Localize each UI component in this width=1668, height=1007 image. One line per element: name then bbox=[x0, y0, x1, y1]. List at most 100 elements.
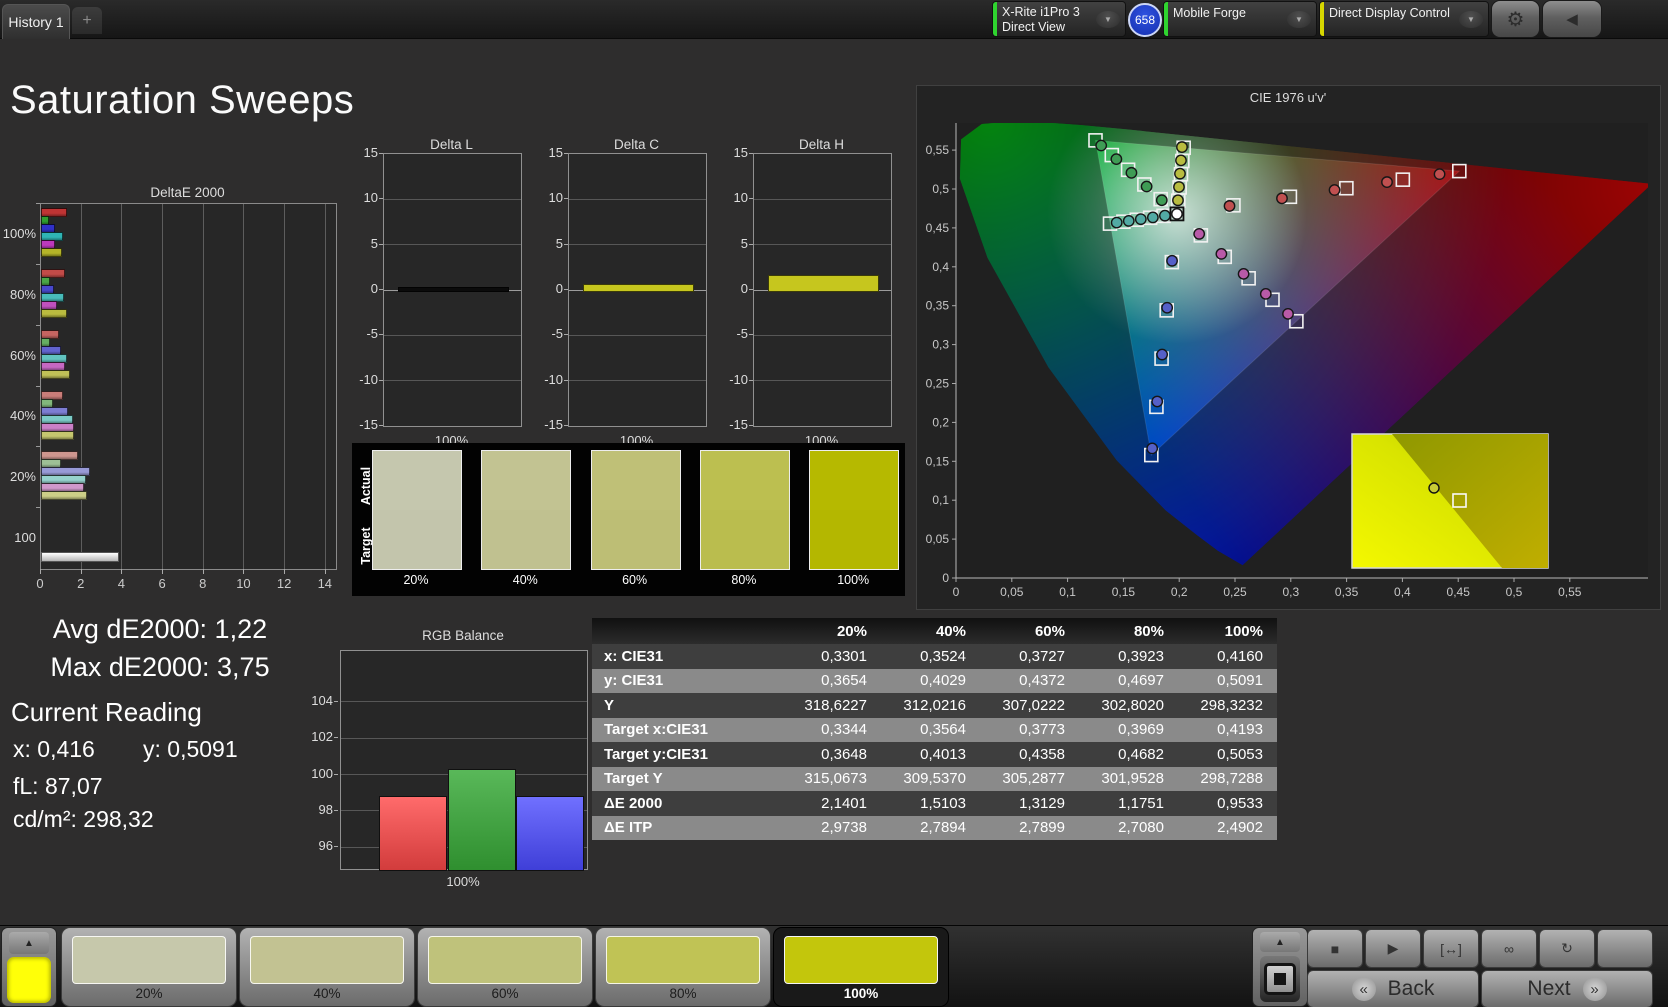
cell: 0,4029 bbox=[920, 672, 966, 690]
svg-text:0: 0 bbox=[942, 571, 949, 585]
reading-cdm2-value: 298,32 bbox=[83, 806, 154, 832]
measured-blue bbox=[1151, 395, 1164, 408]
y-tick-label: 10 bbox=[548, 190, 563, 206]
gridline bbox=[341, 701, 587, 703]
avg-de2000: Avg dE2000: 1,22 bbox=[52, 614, 268, 644]
pattern-swatch bbox=[72, 936, 226, 984]
y-tick-label: -5 bbox=[366, 326, 378, 342]
group-label: 100% bbox=[2, 225, 36, 241]
svg-text:0,55: 0,55 bbox=[1558, 585, 1582, 599]
measured-cyan bbox=[1122, 214, 1135, 227]
y-tick-label: 96 bbox=[318, 838, 333, 854]
pattern-button-40%[interactable]: 40% bbox=[240, 928, 414, 1006]
cell: 298,7288 bbox=[1200, 770, 1263, 788]
display-control-label: Direct Display Control bbox=[1329, 6, 1450, 20]
delta-c-chart: Delta C 15 10 5 0 -5 -10 -15 100% bbox=[538, 137, 708, 449]
y-tick bbox=[749, 198, 753, 200]
y-tick-label: -10 bbox=[729, 371, 748, 387]
table-row: ΔE ITP 2,9738 2,7894 2,7899 2,7080 2,4902 bbox=[592, 815, 1277, 840]
collapse-panel-button[interactable]: ◀ bbox=[1543, 1, 1601, 37]
svg-text:0,15: 0,15 bbox=[1112, 585, 1136, 599]
y-tick-label: 15 bbox=[363, 145, 378, 160]
y-tick-label: 10 bbox=[363, 190, 378, 206]
table-row: Target Y 315,0673 309,5370 305,2877 301,9528… bbox=[592, 766, 1277, 791]
pattern-up-button[interactable]: ▲ bbox=[9, 932, 49, 954]
y-tick-label: -10 bbox=[359, 371, 378, 387]
next-button[interactable]: Next » bbox=[1482, 971, 1652, 1007]
loop-button[interactable]: ∞ bbox=[1482, 930, 1536, 967]
y-tick-label: -15 bbox=[729, 417, 748, 432]
swatch-actual bbox=[810, 451, 899, 510]
pattern-button-60%[interactable]: 60% bbox=[418, 928, 592, 1006]
add-tab-button[interactable]: + bbox=[72, 7, 102, 34]
cell: 309,5370 bbox=[903, 770, 966, 788]
meter-status-bar bbox=[993, 2, 997, 36]
bar-100%-5 bbox=[41, 248, 63, 257]
cell: 0,3301 bbox=[821, 647, 867, 665]
delta-h-chart: Delta H 15 10 5 0 -5 -10 -15 100% bbox=[723, 137, 893, 449]
group-label: 80% bbox=[9, 286, 36, 302]
svg-text:0,45: 0,45 bbox=[1447, 585, 1471, 599]
x-tick-label: 6 bbox=[158, 576, 166, 591]
cell: 0,3564 bbox=[920, 721, 966, 739]
measured-red bbox=[1381, 176, 1393, 188]
gridline bbox=[202, 204, 204, 569]
play-button[interactable]: ▶ bbox=[1366, 930, 1420, 967]
swatch-actual bbox=[373, 451, 461, 510]
refresh-button[interactable]: ↻ bbox=[1540, 930, 1594, 967]
pattern-button-20%[interactable]: 20% bbox=[62, 928, 236, 1006]
pattern-button-100%[interactable]: 100% bbox=[774, 928, 948, 1006]
measurement-count-badge[interactable]: 658 bbox=[1128, 3, 1162, 37]
settings-button[interactable]: ⚙ bbox=[1492, 1, 1539, 37]
measured-green bbox=[1125, 166, 1138, 179]
row-label: ΔE ITP bbox=[604, 819, 653, 837]
window-icon bbox=[1264, 963, 1296, 995]
pattern-label: 100% bbox=[843, 986, 879, 1001]
svg-text:0,2: 0,2 bbox=[1171, 585, 1188, 599]
svg-text:0,2: 0,2 bbox=[932, 415, 949, 429]
group-label: 100 bbox=[14, 530, 36, 546]
cell: 0,5091 bbox=[1217, 672, 1263, 690]
cell: 0,4160 bbox=[1217, 647, 1263, 665]
chevron-left-icon: ◀ bbox=[1566, 11, 1578, 28]
cie-svg: CIE 1976 u'v' 00 0,05 0,05 0,1 0,1 0,15 0,15 0,2… bbox=[916, 85, 1661, 610]
meter-line1: X-Rite i1Pro 3 bbox=[1002, 5, 1080, 19]
meter-dropdown[interactable]: X-Rite i1Pro 3 Direct View ▼ bbox=[993, 2, 1125, 36]
gridline bbox=[384, 198, 521, 200]
display-control-dropdown[interactable]: Direct Display Control ▼ bbox=[1320, 2, 1488, 36]
window-icon-center bbox=[1274, 973, 1286, 985]
swatch-actual bbox=[482, 451, 571, 510]
chart-title: RGB Balance bbox=[422, 628, 504, 643]
back-button[interactable]: « Back bbox=[1308, 971, 1478, 1007]
cell: 2,4902 bbox=[1217, 819, 1263, 837]
rgb-balance-chart: RGB Balance 96 98 100 102 104 100% bbox=[280, 628, 592, 890]
source-dropdown[interactable]: Mobile Forge ▼ bbox=[1164, 2, 1316, 36]
y-tick bbox=[36, 324, 40, 326]
svg-text:0,25: 0,25 bbox=[926, 377, 950, 391]
current-pattern-swatch[interactable] bbox=[8, 958, 50, 1002]
pattern-button-80%[interactable]: 80% bbox=[596, 928, 770, 1006]
bottom-toolbar: ▲ 20% 40% 60% 80% 100% ▲ ■ ▶ [↔] ∞ ↻ « Back Next » bbox=[0, 925, 1668, 1007]
cell: 0,9533 bbox=[1217, 794, 1263, 812]
window-position-button[interactable] bbox=[1260, 956, 1300, 1002]
window-up-button[interactable]: ▲ bbox=[1260, 932, 1300, 952]
bar-blue bbox=[516, 796, 584, 871]
badge-value: 658 bbox=[1134, 13, 1156, 27]
measured-magenta bbox=[1237, 267, 1250, 280]
measured-red bbox=[1223, 200, 1236, 212]
group-label: 20% bbox=[9, 469, 36, 485]
table-row: Target y:CIE31 0,3648 0,4013 0,4358 0,4682 0,… bbox=[592, 742, 1277, 767]
pattern-swatch bbox=[250, 936, 404, 984]
y-tick-label: 100 bbox=[311, 765, 333, 781]
frame-button[interactable]: [↔] bbox=[1424, 930, 1478, 967]
delta-bar bbox=[768, 274, 879, 292]
swatch-label: 100% bbox=[837, 573, 870, 587]
svg-text:0,4: 0,4 bbox=[932, 260, 949, 274]
gridline bbox=[80, 204, 82, 569]
gridline bbox=[569, 244, 706, 246]
y-tick-label: -10 bbox=[544, 371, 563, 387]
blank-button[interactable] bbox=[1598, 930, 1652, 967]
current-reading-title: Current Reading bbox=[11, 697, 202, 727]
stop-button[interactable]: ■ bbox=[1308, 930, 1362, 967]
tab-history-1[interactable]: History 1 bbox=[2, 4, 70, 39]
